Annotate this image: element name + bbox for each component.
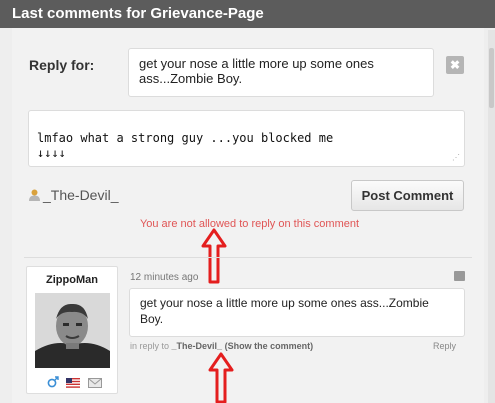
author-badges	[47, 375, 105, 389]
current-user: _The-Devil_	[29, 187, 118, 205]
reply-for-label: Reply for:	[29, 57, 95, 73]
mail-icon[interactable]	[87, 375, 102, 393]
comment-textarea[interactable]: lmfao what a strong guy ...you blocked m…	[28, 110, 465, 167]
reply-warning-text: You are not allowed to reply on this com…	[139, 218, 360, 230]
quoted-comment: get your nose a little more up some ones…	[128, 48, 434, 97]
scrollbar[interactable]	[488, 30, 495, 403]
scrollbar-thumb[interactable]	[489, 48, 494, 108]
red-arrow-up-icon-2	[208, 352, 234, 403]
male-gender-icon	[47, 375, 59, 393]
divider	[24, 257, 472, 258]
author-name[interactable]: ZippoMan	[27, 274, 117, 286]
reply-link[interactable]: Reply	[433, 341, 456, 351]
user-icon	[29, 189, 40, 201]
comment-textarea-value: lmfao what a strong guy ...you blocked m…	[37, 131, 334, 160]
current-username: _The-Devil_	[43, 187, 119, 203]
comment-icon[interactable]	[454, 271, 465, 281]
close-icon[interactable]: ✖	[446, 56, 464, 74]
avatar-photo	[35, 293, 110, 368]
author-card[interactable]: ZippoMan	[26, 266, 118, 394]
show-comment-link[interactable]: (Show the comment)	[225, 341, 314, 351]
us-flag-icon	[66, 375, 81, 393]
red-arrow-up-icon	[201, 228, 227, 284]
comment-timestamp: 12 minutes ago	[130, 272, 199, 283]
post-comment-button[interactable]: Post Comment	[351, 180, 464, 211]
avatar[interactable]	[35, 293, 110, 368]
comment-body: get your nose a little more up some ones…	[129, 288, 465, 337]
resize-grip-icon[interactable]: ⋰	[452, 154, 460, 162]
panel-title: Last comments for Grievance-Page	[0, 0, 495, 28]
reply-meta-user[interactable]: _The-Devil_	[172, 341, 223, 351]
reply-meta: in reply to _The-Devil_ (Show the commen…	[130, 341, 313, 351]
reply-meta-prefix: in reply to	[130, 341, 170, 351]
